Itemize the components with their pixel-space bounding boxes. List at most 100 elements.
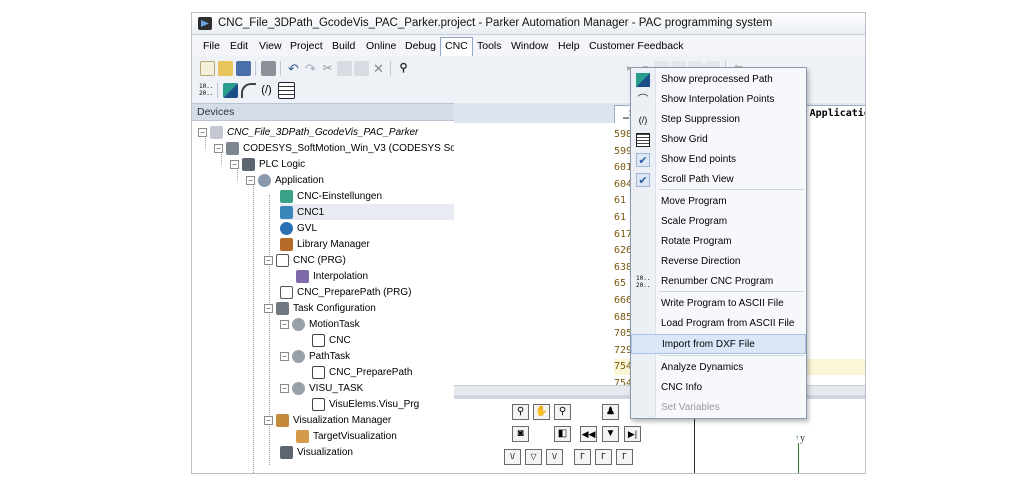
- axis-view-3-icon[interactable]: \/: [546, 449, 563, 465]
- menu-item-set-variables[interactable]: Set Variables: [631, 398, 806, 418]
- tree-item-targetvisualization[interactable]: TargetVisualization: [296, 428, 397, 444]
- menu-project[interactable]: Project: [290, 40, 323, 52]
- tree-item-plc-logic[interactable]: − PLC Logic: [230, 156, 305, 172]
- menu-item-analyze-dynamics[interactable]: Analyze Dynamics: [631, 358, 806, 378]
- filter-icon[interactable]: ▼: [602, 426, 619, 442]
- tree-item-cnc-einstellungen[interactable]: CNC-Einstellungen: [280, 188, 382, 204]
- menu-help[interactable]: Help: [558, 40, 580, 52]
- find-icon[interactable]: ⚲: [396, 61, 411, 76]
- grid-icon[interactable]: [278, 82, 295, 99]
- pan-icon[interactable]: ✋: [533, 404, 550, 420]
- tree-item-visualization[interactable]: Visualization: [280, 444, 353, 460]
- tree-item-interpolation[interactable]: Interpolation: [296, 268, 368, 284]
- path-icon[interactable]: [223, 83, 238, 98]
- call-icon: [312, 333, 325, 347]
- tree-item-cnc-preparepath-prg[interactable]: CNC_PreparePath (PRG): [280, 284, 411, 300]
- interpolation-icon: [296, 269, 309, 283]
- call-icon: [312, 397, 325, 411]
- menu-item-show-preprocessed-path[interactable]: Show preprocessed Path: [631, 70, 806, 90]
- menu-item-show-grid[interactable]: Show Grid: [631, 130, 806, 150]
- menu-build[interactable]: Build: [332, 40, 355, 52]
- menu-debug[interactable]: Debug: [405, 40, 436, 52]
- menu-file[interactable]: File: [203, 40, 220, 52]
- collapse-icon[interactable]: −: [264, 255, 273, 265]
- tree-item-project[interactable]: − CNC_File_3DPath_GcodeVis_PAC_Parker: [198, 124, 418, 140]
- tree-item-gvl[interactable]: GVL: [280, 220, 317, 236]
- collapse-icon[interactable]: −: [280, 351, 289, 361]
- devices-panel-title: Devices: [197, 106, 235, 118]
- tree-item-visu-task[interactable]: − VISU_TASK: [280, 380, 363, 396]
- tree-item-task-configuration[interactable]: − Task Configuration: [264, 300, 376, 316]
- menu-item-renumber-cnc-program[interactable]: 10.. 20.. Renumber CNC Program: [631, 272, 806, 292]
- collapse-icon[interactable]: −: [198, 127, 207, 137]
- print-icon[interactable]: [261, 61, 276, 76]
- menu-item-scroll-path-view[interactable]: ✔ Scroll Path View: [631, 170, 806, 190]
- tree-item-library-manager[interactable]: Library Manager: [280, 236, 370, 252]
- paste-icon[interactable]: [354, 61, 369, 76]
- tree-item-label: Library Manager: [297, 238, 370, 250]
- copy-icon[interactable]: [337, 61, 352, 76]
- tree-item-label: CNC-Einstellungen: [297, 190, 383, 202]
- open-folder-icon[interactable]: [218, 61, 233, 76]
- tree-item-visualization-manager[interactable]: − Visualization Manager: [264, 412, 391, 428]
- new-file-icon[interactable]: [200, 61, 215, 76]
- tree-item-cnc1[interactable]: CNC1: [280, 204, 454, 220]
- axis-view-1-icon[interactable]: \/: [504, 449, 521, 465]
- axis-view-4-icon[interactable]: Γ: [574, 449, 591, 465]
- menu-window[interactable]: Window: [511, 40, 548, 52]
- menu-edit[interactable]: Edit: [230, 40, 248, 52]
- menu-item-reverse-direction[interactable]: Reverse Direction: [631, 252, 806, 272]
- forward-icon[interactable]: ▶|: [624, 426, 641, 442]
- collapse-icon[interactable]: −: [214, 143, 223, 153]
- cut-icon[interactable]: ✂: [320, 61, 335, 76]
- undo-icon[interactable]: ↶: [286, 61, 301, 76]
- parentheses-icon: (/): [638, 115, 648, 125]
- menu-item-label: Reverse Direction: [661, 256, 741, 267]
- menu-item-rotate-program[interactable]: Rotate Program: [631, 232, 806, 252]
- menu-item-show-interpolation-points[interactable]: ⌒ Show Interpolation Points: [631, 90, 806, 110]
- y-axis-label: y: [800, 433, 805, 444]
- tree-item-cnc-prg[interactable]: − CNC (PRG): [264, 252, 346, 268]
- tree-item-cnc-preparepath-call[interactable]: CNC_PreparePath: [312, 364, 412, 380]
- collapse-icon[interactable]: −: [246, 175, 255, 185]
- axis-view-2-icon[interactable]: ▽: [525, 449, 542, 465]
- collapse-icon[interactable]: −: [280, 383, 289, 393]
- menu-cnc[interactable]: CNC: [440, 37, 473, 56]
- collapse-icon[interactable]: −: [230, 159, 239, 169]
- menu-item-move-program[interactable]: Move Program: [631, 192, 806, 212]
- redo-icon[interactable]: ↷: [303, 61, 318, 76]
- curve-icon[interactable]: [241, 83, 256, 98]
- figure-icon[interactable]: ♟: [602, 404, 619, 420]
- menu-customer-feedback[interactable]: Customer Feedback: [589, 40, 684, 52]
- tree-item-pathtask[interactable]: − PathTask: [280, 348, 350, 364]
- renumber-icon[interactable]: 10.. 20..: [199, 83, 214, 98]
- menu-item-step-suppression[interactable]: (/) Step Suppression: [631, 110, 806, 130]
- menu-item-show-end-points[interactable]: ✔ Show End points: [631, 150, 806, 170]
- axis-view-5-icon[interactable]: Γ: [595, 449, 612, 465]
- zoom-in-icon[interactable]: ⚲: [512, 404, 529, 420]
- collapse-icon[interactable]: −: [280, 319, 289, 329]
- menu-item-write-program-ascii[interactable]: Write Program to ASCII File: [631, 294, 806, 314]
- save-icon[interactable]: [236, 61, 251, 76]
- axis-view-6-icon[interactable]: Γ: [616, 449, 633, 465]
- menu-item-load-program-ascii[interactable]: Load Program from ASCII File: [631, 314, 806, 334]
- parentheses-icon[interactable]: (/): [259, 83, 274, 98]
- tree-item-visuelems-call[interactable]: VisuElems.Visu_Prg: [312, 396, 419, 412]
- menu-view[interactable]: View: [259, 40, 282, 52]
- tree-item-cnc-call[interactable]: CNC: [312, 332, 351, 348]
- rewind-icon[interactable]: ◀◀: [580, 426, 597, 442]
- menu-item-import-dxf-file[interactable]: Import from DXF File: [631, 334, 806, 354]
- view-icon[interactable]: ◧: [554, 426, 571, 442]
- menu-online[interactable]: Online: [366, 40, 396, 52]
- delete-icon[interactable]: ✕: [371, 61, 386, 76]
- menu-tools[interactable]: Tools: [477, 40, 502, 52]
- collapse-icon[interactable]: −: [264, 415, 273, 425]
- collapse-icon[interactable]: −: [264, 303, 273, 313]
- zoom-out-icon[interactable]: ⚲: [554, 404, 571, 420]
- menu-item-cnc-info[interactable]: CNC Info: [631, 378, 806, 398]
- camera-icon[interactable]: ◙: [512, 426, 529, 442]
- tree-item-application[interactable]: − Application: [246, 172, 324, 188]
- tree-item-label: VISU_TASK: [309, 382, 364, 394]
- tree-item-motiontask[interactable]: − MotionTask: [280, 316, 360, 332]
- menu-item-scale-program[interactable]: Scale Program: [631, 212, 806, 232]
